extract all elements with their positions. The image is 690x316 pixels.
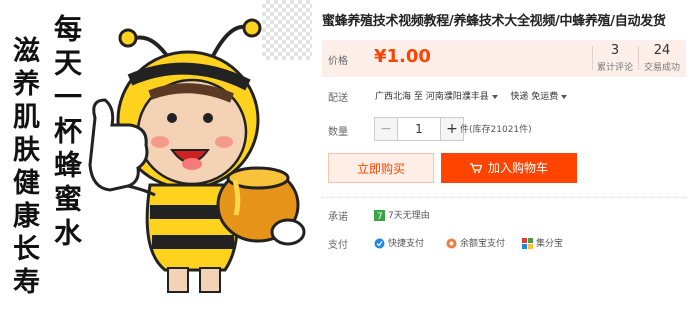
seven-day-return-icon: 7 [374, 210, 385, 222]
yuebao-icon [446, 238, 457, 249]
promise-text: 7天无理由 [388, 211, 430, 221]
cart-icon [469, 163, 482, 173]
quantity-label: 数量 [328, 127, 348, 138]
product-title: 蜜蜂养殖技术视频教程/养蜂技术大全视频/中蜂养殖/自动发货 [322, 14, 666, 29]
promise-label: 承诺 [328, 212, 348, 223]
decrement-button[interactable]: − [375, 118, 398, 140]
reviews-stat[interactable]: 3 累计评论 [594, 43, 636, 73]
delivery-to-word: 至 [413, 92, 423, 102]
svg-text:7: 7 [377, 212, 383, 221]
jifenbao-icon [522, 238, 533, 249]
payment-method-label: 余额宝支付 [460, 239, 506, 249]
payment-method-label: 快捷支付 [388, 239, 425, 249]
sales-count: 24 [653, 43, 671, 58]
sales-label: 交易成功 [643, 63, 680, 73]
payment-method-yuebao[interactable]: 余额宝支付 [446, 236, 505, 249]
price-value: ¥1.00 [374, 46, 431, 67]
shipping-method: 快递 免运费 [510, 92, 559, 102]
delivery-label: 配送 [328, 93, 348, 104]
add-to-cart-label: 加入购物车 [487, 161, 548, 175]
shipping-method-select[interactable]: 快递 免运费 [510, 92, 571, 102]
delivery-row: 广西北海 至 河南濮阳濮丰县 快递 免运费 [375, 89, 571, 102]
bee-mascot-illustration [88, 18, 306, 293]
product-image: 滋养肌肤健康长寿 每天一杯蜂蜜水 [0, 0, 312, 300]
buy-now-button[interactable]: 立即购买 [328, 153, 434, 183]
stat-divider [638, 46, 639, 70]
quick-pay-icon [374, 238, 385, 249]
stat-divider [592, 46, 593, 70]
payment-label: 支付 [328, 240, 348, 251]
delivery-from: 广西北海 [375, 92, 412, 102]
stock-info: 件(库存21021件) [460, 125, 532, 135]
chevron-down-icon [491, 94, 498, 99]
delivery-destination: 河南濮阳濮丰县 [425, 92, 489, 102]
payment-method-quick[interactable]: 快捷支付 [374, 236, 424, 249]
reviews-count: 3 [610, 43, 620, 58]
promise-item[interactable]: 7 7天无理由 [374, 208, 430, 222]
payment-method-jifenbao[interactable]: 集分宝 [522, 236, 563, 249]
reviews-label: 累计评论 [596, 63, 633, 73]
sales-stat: 24 交易成功 [640, 43, 684, 73]
chevron-down-icon [561, 94, 568, 99]
section-divider [322, 197, 686, 199]
quantity-input[interactable]: 1 [398, 118, 440, 140]
add-to-cart-button[interactable]: 加入购物车 [441, 153, 577, 183]
delivery-destination-select[interactable]: 河南濮阳濮丰县 [426, 92, 502, 102]
price-label: 价格 [328, 56, 348, 67]
quantity-stepper: − 1 + [374, 117, 464, 141]
price-panel: 价格 ¥1.00 3 累计评论 24 交易成功 [322, 40, 686, 77]
payment-method-label: 集分宝 [536, 239, 564, 249]
